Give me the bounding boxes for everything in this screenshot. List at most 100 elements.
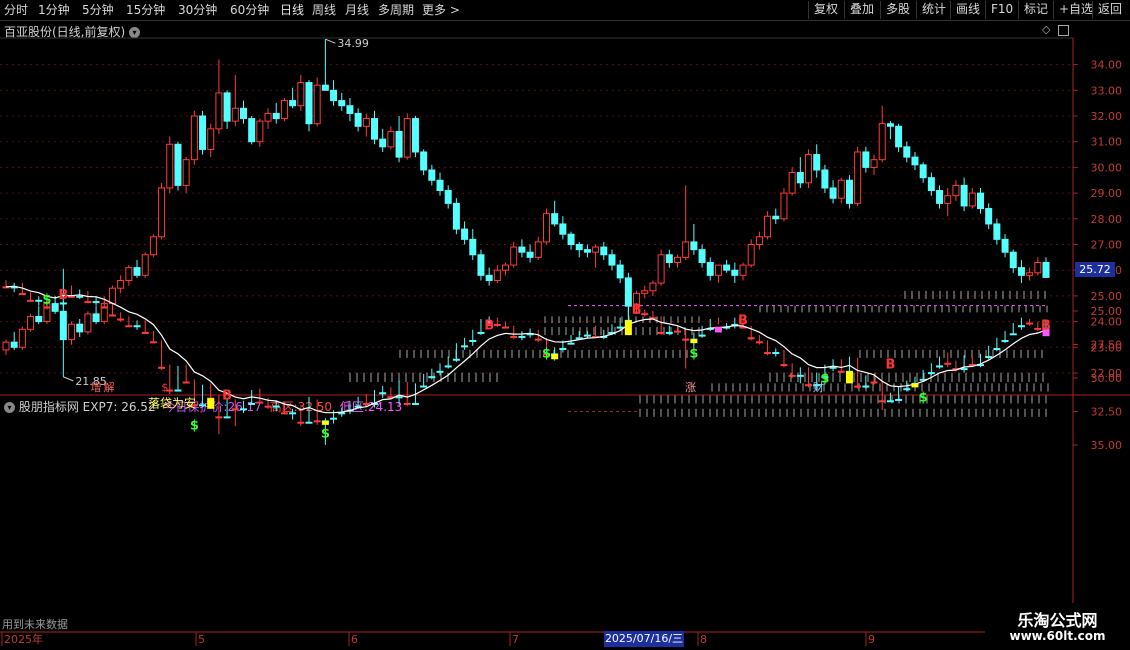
candle	[944, 187, 952, 217]
candle	[133, 259, 141, 278]
candle-body	[280, 100, 288, 120]
indicator-candle	[403, 382, 411, 407]
candle	[919, 162, 927, 183]
indicator-candle	[452, 343, 460, 362]
candle-body	[706, 261, 714, 276]
candle	[895, 123, 903, 152]
candle	[395, 116, 403, 163]
candle	[673, 254, 681, 268]
indicator-candle	[158, 340, 166, 370]
indicator-candle	[174, 365, 182, 392]
indicator-candle	[780, 349, 788, 368]
candle-body	[1017, 267, 1025, 276]
candle-body	[559, 223, 567, 235]
candle-body	[133, 267, 141, 276]
indicator-body	[76, 295, 84, 298]
indicator-body	[518, 335, 526, 338]
indicator-candle	[764, 340, 772, 356]
candle-body	[649, 282, 657, 292]
indicator-candle	[1034, 321, 1042, 332]
candle-body	[158, 187, 166, 238]
highlighted-date: 2025/07/16/三	[604, 631, 684, 647]
candle-body	[903, 146, 911, 158]
candle-body	[854, 151, 862, 204]
candle	[35, 306, 43, 325]
indicator-body	[461, 345, 469, 348]
indicator-candle	[641, 309, 649, 317]
candle	[223, 90, 231, 129]
indicator-candle	[805, 367, 813, 388]
candle-body	[84, 313, 92, 333]
indicator-candle	[215, 395, 223, 435]
candle-body	[1001, 238, 1009, 253]
candle	[313, 77, 321, 127]
indicator-body	[289, 412, 297, 415]
candle	[469, 229, 477, 260]
candle-body	[362, 118, 370, 127]
candle	[551, 200, 559, 227]
candle-body	[739, 264, 747, 276]
indicator-candle	[149, 331, 157, 344]
indicator-body	[755, 341, 763, 344]
candle	[264, 108, 272, 129]
candle	[665, 249, 673, 268]
candle	[575, 241, 583, 258]
indicator-candle	[108, 304, 116, 317]
kline-chart[interactable]: 34.00 33.00 32.00 31.00 30.00 29.00 28.00 27.00…	[0, 0, 1130, 650]
indicator-body	[158, 366, 166, 369]
high-price-label: 34.99	[337, 37, 369, 50]
indicator-body	[1009, 333, 1017, 336]
candle	[592, 244, 600, 268]
indicator-body	[567, 342, 575, 345]
candle	[886, 121, 894, 140]
candle-body	[469, 238, 477, 256]
candle-body	[305, 82, 313, 125]
candle	[960, 177, 968, 212]
indicator-candle	[1009, 323, 1017, 336]
candle-body	[420, 151, 428, 171]
candle-body	[125, 267, 133, 281]
indicator-body	[870, 381, 878, 384]
indicator-body	[338, 412, 346, 415]
indicator-candle	[371, 390, 379, 408]
indicator-body	[379, 392, 387, 395]
candle	[289, 87, 297, 109]
indicator-candle	[362, 394, 370, 407]
indicator-body	[305, 421, 313, 424]
indicator-body	[100, 306, 108, 309]
candle-body	[805, 154, 813, 184]
candle-body	[223, 92, 231, 122]
time-axis-label: 9	[868, 633, 875, 646]
indicator-candle	[927, 363, 935, 376]
candle-body	[690, 241, 698, 251]
candle	[321, 39, 329, 91]
candle-body	[395, 130, 403, 158]
price-axis-label: 28.00	[1091, 213, 1123, 226]
candle-body	[346, 105, 354, 114]
indicator-body	[35, 299, 43, 302]
candle-body	[764, 215, 772, 238]
indicator-candle	[657, 316, 665, 336]
indicator-candle	[706, 319, 714, 332]
indicator-candle	[289, 408, 297, 420]
signal-mark: $	[542, 346, 551, 361]
candle	[976, 187, 984, 214]
candle	[436, 172, 444, 196]
candle-body	[297, 82, 305, 107]
indicator-body	[1001, 339, 1009, 342]
indicator-candle	[502, 321, 510, 329]
indicator-body	[297, 421, 305, 424]
indicator-body	[805, 384, 813, 387]
indicator-candle	[993, 337, 1001, 352]
indicator-body	[796, 374, 804, 377]
indicator-candle	[788, 363, 796, 378]
candle	[854, 146, 862, 206]
candle	[231, 74, 239, 127]
candle-body	[845, 179, 853, 204]
candle	[1001, 234, 1009, 258]
indicator-body	[927, 372, 935, 375]
indicator-body	[133, 325, 141, 328]
event-marker: $	[161, 381, 168, 394]
candle-body	[1034, 261, 1042, 274]
price-axis-label: 32.00	[1091, 110, 1123, 123]
